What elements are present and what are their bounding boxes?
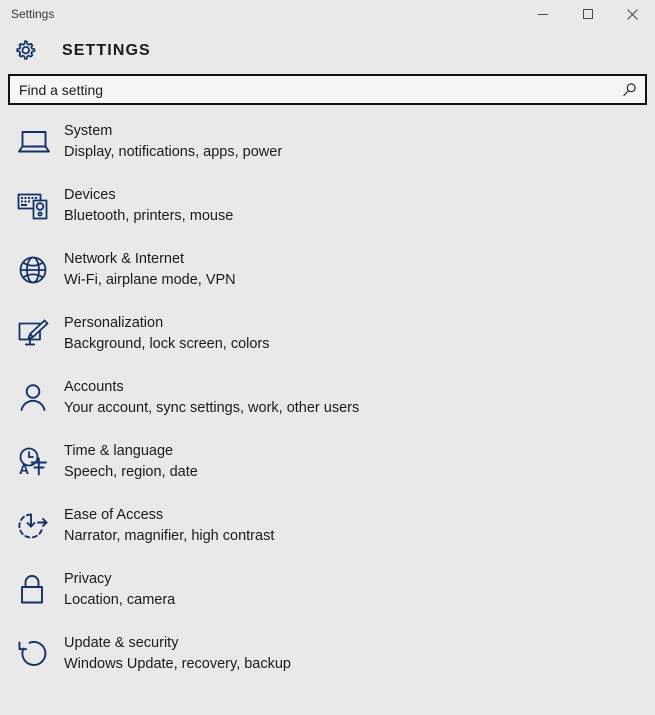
settings-item-privacy[interactable]: Privacy Location, camera bbox=[0, 565, 655, 629]
search-bar-container bbox=[0, 74, 655, 108]
settings-item-text: Privacy Location, camera bbox=[64, 565, 175, 611]
lock-icon bbox=[14, 565, 58, 611]
settings-item-ease-of-access[interactable]: Ease of Access Narrator, magnifier, high… bbox=[0, 501, 655, 565]
settings-item-description: Wi-Fi, airplane mode, VPN bbox=[64, 272, 236, 288]
settings-item-description: Location, camera bbox=[64, 592, 176, 608]
minimize-icon bbox=[537, 14, 548, 15]
paintbrush-monitor-icon bbox=[14, 309, 58, 355]
settings-item-title: Devices bbox=[64, 187, 116, 203]
search-input[interactable] bbox=[10, 76, 645, 103]
settings-item-title: Time & language bbox=[64, 443, 174, 459]
settings-item-description: Speech, region, date bbox=[64, 464, 198, 480]
person-icon bbox=[14, 373, 58, 419]
settings-item-text: Time & language Speech, region, date bbox=[64, 437, 198, 483]
page-title: SETTINGS bbox=[62, 42, 151, 59]
settings-window: Settings SETTINGS Find a setting System … bbox=[0, 0, 655, 715]
search-box[interactable] bbox=[8, 74, 647, 105]
settings-item-update-security[interactable]: Update & security Windows Update, recove… bbox=[0, 629, 655, 693]
settings-item-text: System Display, notifications, apps, pow… bbox=[64, 117, 282, 163]
settings-item-description: Background, lock screen, colors bbox=[64, 336, 270, 352]
settings-item-devices[interactable]: Devices Bluetooth, printers, mouse bbox=[0, 181, 655, 245]
settings-item-description: Narrator, magnifier, high contrast bbox=[64, 528, 275, 544]
devices-icon bbox=[14, 181, 58, 227]
settings-item-time-language[interactable]: A Time & language Speech, region, date bbox=[0, 437, 655, 501]
clock-language-icon: A bbox=[14, 437, 58, 483]
settings-item-title: Accounts bbox=[64, 379, 124, 395]
ease-of-access-icon bbox=[14, 501, 58, 547]
settings-item-text: Accounts Your account, sync settings, wo… bbox=[64, 373, 359, 419]
settings-item-description: Windows Update, recovery, backup bbox=[64, 656, 292, 672]
settings-item-text: Update & security Windows Update, recove… bbox=[64, 629, 291, 675]
settings-item-text: Devices Bluetooth, printers, mouse bbox=[64, 181, 233, 227]
app-header: SETTINGS bbox=[0, 28, 655, 74]
settings-item-title: System bbox=[64, 123, 113, 139]
settings-item-title: Update & security bbox=[64, 635, 179, 651]
settings-item-system[interactable]: System Display, notifications, apps, pow… bbox=[0, 117, 655, 181]
settings-item-text: Ease of Access Narrator, magnifier, high… bbox=[64, 501, 274, 547]
settings-item-title: Personalization bbox=[64, 315, 164, 331]
settings-item-description: Display, notifications, apps, power bbox=[64, 144, 283, 160]
close-icon bbox=[627, 8, 638, 20]
maximize-button[interactable] bbox=[565, 0, 610, 28]
settings-item-personalization[interactable]: Personalization Background, lock screen,… bbox=[0, 309, 655, 373]
settings-item-title: Ease of Access bbox=[64, 507, 164, 523]
settings-item-title: Network & Internet bbox=[64, 251, 185, 267]
minimize-button[interactable] bbox=[520, 0, 565, 28]
globe-icon bbox=[14, 245, 58, 291]
caption-button-group bbox=[520, 0, 655, 28]
search-icon[interactable] bbox=[621, 81, 638, 98]
maximize-icon bbox=[582, 9, 593, 19]
settings-item-text: Personalization Background, lock screen,… bbox=[64, 309, 270, 355]
settings-item-description: Bluetooth, printers, mouse bbox=[64, 208, 234, 224]
svg-text:A: A bbox=[19, 461, 29, 477]
gear-icon bbox=[10, 36, 40, 66]
close-button[interactable] bbox=[610, 0, 655, 28]
settings-item-description: Your account, sync settings, work, other… bbox=[64, 400, 360, 416]
settings-list: System Display, notifications, apps, pow… bbox=[0, 108, 655, 715]
title-bar: Settings bbox=[0, 0, 655, 28]
settings-item-title: Privacy bbox=[64, 571, 112, 587]
settings-item-text: Network & Internet Wi-Fi, airplane mode,… bbox=[64, 245, 236, 291]
window-title: Settings bbox=[11, 7, 55, 21]
settings-item-network[interactable]: Network & Internet Wi-Fi, airplane mode,… bbox=[0, 245, 655, 309]
refresh-icon bbox=[14, 629, 58, 675]
settings-item-accounts[interactable]: Accounts Your account, sync settings, wo… bbox=[0, 373, 655, 437]
laptop-icon bbox=[14, 117, 58, 163]
